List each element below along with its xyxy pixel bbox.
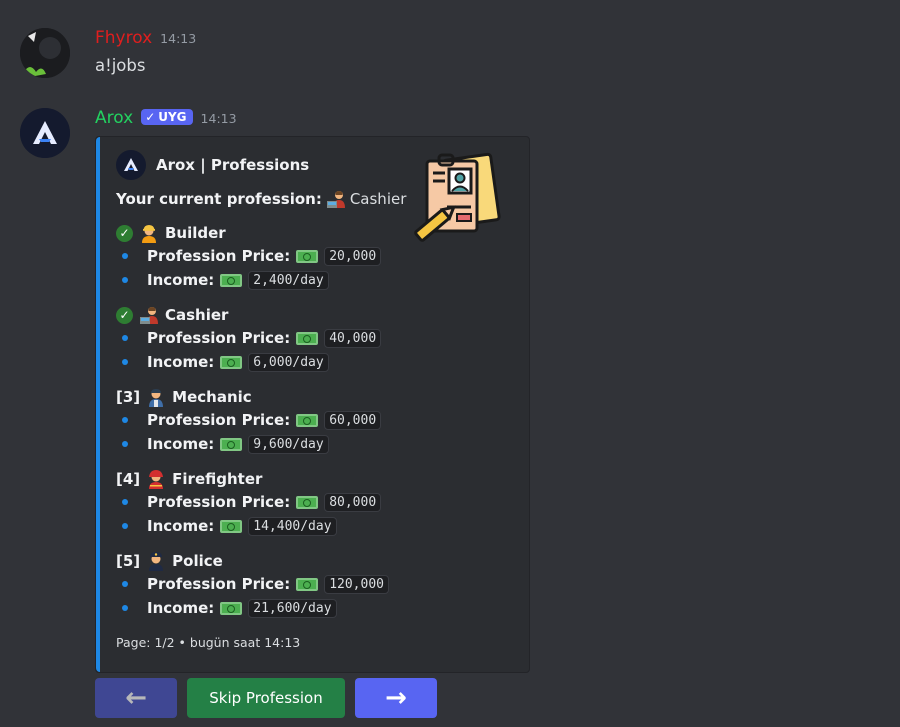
timestamp: 14:13 [200, 111, 237, 126]
user-avatar[interactable] [20, 28, 70, 78]
arrow-right-icon: → [385, 683, 407, 713]
income-label: Income: [147, 271, 215, 289]
price-label: Profession Price: [147, 247, 291, 265]
profession-price: 80,000 [324, 492, 382, 512]
cash-icon [220, 519, 243, 533]
bullet-dot [122, 441, 128, 447]
username[interactable]: Fhyrox [95, 28, 152, 48]
cash-icon [220, 355, 243, 369]
current-profession-label: Your current profession: [116, 190, 322, 208]
bullet-dot [122, 359, 128, 365]
verified-check-icon: ✓ [145, 110, 156, 124]
bullet-dot [122, 523, 128, 529]
bot-avatar[interactable] [20, 108, 70, 158]
profession-builder: ✓ Builder Profession Price: 20,000 Income… [116, 222, 382, 292]
next-page-button[interactable]: → [355, 678, 437, 718]
document-pencil-icon [409, 149, 509, 249]
income-label: Income: [147, 517, 215, 535]
check-icon: ✓ [116, 224, 133, 242]
bullet-dot [122, 499, 128, 505]
profession-police: [5] Police Profession Price: 120,000 Inco… [116, 550, 389, 620]
previous-page-button[interactable]: ← [95, 678, 177, 718]
firefighter-emoji-icon [146, 469, 166, 489]
cash-icon [296, 495, 319, 509]
income-label: Income: [147, 599, 215, 617]
skip-profession-button[interactable]: Skip Profession [187, 678, 345, 718]
embed-accent-bar [96, 137, 100, 672]
professions-embed: Arox | Professions Your current professi… [95, 136, 530, 673]
profession-marker: [4] [116, 470, 141, 488]
profession-price: 40,000 [324, 328, 382, 348]
income-label: Income: [147, 435, 215, 453]
profession-income: 14,400/day [248, 516, 337, 536]
bullet-dot [122, 277, 128, 283]
message-content: a!jobs [95, 56, 146, 75]
profession-price: 120,000 [324, 574, 389, 594]
cashier-emoji-icon [139, 305, 159, 325]
bullet-dot [122, 605, 128, 611]
username[interactable]: Arox [95, 108, 133, 128]
check-icon: ✓ [116, 306, 133, 324]
price-label: Profession Price: [147, 329, 291, 347]
cash-icon [220, 437, 243, 451]
cash-icon [220, 273, 243, 287]
embed-author-name: Arox | Professions [156, 156, 310, 174]
profession-price: 60,000 [324, 410, 382, 430]
price-label: Profession Price: [147, 493, 291, 511]
price-label: Profession Price: [147, 411, 291, 429]
current-profession: Your current profession: Cashier [116, 189, 406, 209]
embed-footer: Page: 1/2 • bugün saat 14:13 [116, 635, 301, 650]
bullet-dot [122, 581, 128, 587]
profession-firefighter: [4] Firefighter Profession Price: 80,000 … [116, 468, 382, 538]
profession-marker: [3] [116, 388, 141, 406]
cash-icon [296, 413, 319, 427]
profession-name: Mechanic [172, 388, 252, 406]
profession-income: 9,600/day [248, 434, 329, 454]
bullet-dot [122, 253, 128, 259]
price-label: Profession Price: [147, 575, 291, 593]
profession-mechanic: [3] Mechanic Profession Price: 60,000 Inc… [116, 386, 382, 456]
bullet-dot [122, 417, 128, 423]
cash-icon [296, 249, 319, 263]
bullet-dot [122, 335, 128, 341]
current-profession-value: Cashier [349, 190, 407, 208]
arrow-left-icon: ← [125, 683, 147, 713]
profession-name: Builder [165, 224, 226, 242]
profession-income: 6,000/day [248, 352, 329, 372]
cashier-emoji-icon [326, 189, 346, 209]
profession-name: Firefighter [172, 470, 263, 488]
cash-icon [296, 331, 319, 345]
profession-price: 20,000 [324, 246, 382, 266]
income-label: Income: [147, 353, 215, 371]
profession-marker: [5] [116, 552, 141, 570]
police-emoji-icon [146, 551, 166, 571]
bot-tag: ✓ UYG [141, 109, 193, 125]
profession-name: Police [172, 552, 223, 570]
timestamp: 14:13 [160, 31, 197, 46]
builder-emoji-icon [139, 223, 159, 243]
embed-author: Arox | Professions [116, 150, 309, 180]
bot-tag-label: UYG [158, 110, 187, 124]
profession-cashier: ✓ Cashier Profession Price: 40,000 Income… [116, 304, 382, 374]
cash-icon [296, 577, 319, 591]
mechanic-emoji-icon [146, 387, 166, 407]
profession-income: 21,600/day [248, 598, 337, 618]
profession-income: 2,400/day [248, 270, 329, 290]
author-icon [116, 150, 146, 180]
cash-icon [220, 601, 243, 615]
profession-name: Cashier [165, 306, 229, 324]
